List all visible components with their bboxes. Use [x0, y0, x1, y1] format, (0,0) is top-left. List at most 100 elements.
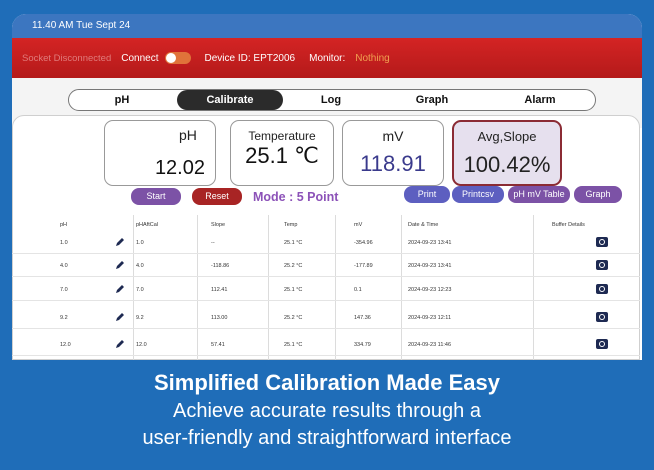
header-buffer-details: Buffer Details	[552, 222, 585, 228]
tab-graph[interactable]: Graph	[397, 90, 467, 110]
cell-date-time: 2024-09-23 11:46	[408, 342, 452, 348]
cell-mv: 0.1	[354, 287, 362, 293]
pencil-icon[interactable]	[115, 284, 125, 294]
start-button[interactable]: Start	[131, 188, 181, 205]
caption-headline: Simplified Calibration Made Easy	[154, 370, 500, 395]
cell-ph: 9.2	[60, 315, 68, 321]
temperature-card: Temperature 25.1 ℃	[230, 120, 334, 186]
reset-button[interactable]: Reset	[192, 188, 242, 205]
nav-bar: pH Calibrate Log Graph Alarm	[68, 89, 596, 111]
slope-value: 100.42%	[463, 152, 551, 177]
column-divider	[197, 215, 198, 360]
camera-icon[interactable]	[596, 260, 608, 270]
status-time: 11.40 AM Tue Sept 24	[32, 20, 131, 31]
cell-mv: -354.96	[354, 240, 373, 246]
tab-alarm[interactable]: Alarm	[501, 90, 579, 110]
cell-ph: 7.0	[60, 287, 68, 293]
camera-lens	[599, 262, 605, 268]
pencil-icon[interactable]	[115, 339, 125, 349]
ph-mv-table-button[interactable]: pH mV Table	[508, 186, 570, 203]
cell-temp: 25.2 °C	[284, 263, 303, 269]
header-mv: mV	[354, 222, 363, 228]
camera-icon[interactable]	[596, 237, 608, 247]
cell-slope: 112.41	[211, 287, 228, 293]
column-divider	[335, 215, 336, 360]
column-divider	[268, 215, 269, 360]
row-divider	[12, 276, 640, 277]
monitor-label: Monitor:	[309, 52, 346, 64]
tab-calibrate[interactable]: Calibrate	[177, 90, 283, 110]
camera-icon[interactable]	[596, 339, 608, 349]
cell-slope: 113.00	[211, 315, 228, 321]
connect-label: Connect	[121, 52, 159, 64]
camera-lens	[599, 314, 605, 320]
printcsv-button[interactable]: Printcsv	[452, 186, 504, 203]
cell-phaftcal: 9.2	[136, 315, 144, 321]
column-divider	[133, 215, 134, 360]
temperature-label: Temperature	[248, 129, 316, 143]
camera-icon[interactable]	[596, 284, 608, 294]
calibration-mode: Mode : 5 Point	[253, 190, 339, 204]
caption-line-2: user-friendly and straightforward interf…	[142, 427, 512, 449]
column-divider	[401, 215, 402, 360]
cell-phaftcal: 4.0	[136, 263, 144, 269]
mv-value: 118.91	[360, 151, 426, 176]
cell-mv: 334.79	[354, 342, 371, 348]
cell-ph: 1.0	[60, 240, 68, 246]
app-window: 11.40 AM Tue Sept 24 Socket Disconnected…	[12, 14, 642, 360]
print-button[interactable]: Print	[404, 186, 450, 203]
cell-date-time: 2024-09-23 13:41	[408, 263, 452, 269]
ph-label: pH	[179, 127, 197, 143]
cell-ph: 12.0	[60, 342, 71, 348]
row-divider	[12, 328, 640, 329]
cell-mv: -177.89	[354, 263, 373, 269]
connection-bar: Socket Disconnected Connect Device ID: E…	[12, 38, 642, 78]
pencil-icon[interactable]	[115, 312, 125, 322]
cell-temp: 25.2 °C	[284, 315, 303, 321]
cell-slope: --	[211, 240, 215, 246]
row-divider	[12, 253, 640, 254]
cell-phaftcal: 1.0	[136, 240, 144, 246]
header-temp: Temp	[284, 222, 298, 228]
graph-button[interactable]: Graph	[574, 186, 622, 203]
cell-slope: 57.41	[211, 342, 225, 348]
header-slope: Slope	[211, 222, 226, 228]
monitor-value: Nothing	[355, 52, 390, 64]
header-ph: pH	[60, 222, 68, 228]
mv-label: mV	[382, 128, 404, 144]
temperature-value: 25.1 ℃	[245, 143, 319, 168]
caption-line-1: Achieve accurate results through a	[173, 400, 481, 422]
cell-date-time: 2024-09-23 13:41	[408, 240, 452, 246]
pencil-icon[interactable]	[115, 237, 125, 247]
header-date-time: Date & Time	[408, 222, 439, 228]
header-phaftcal: pHAftCal	[136, 222, 159, 228]
pencil-icon[interactable]	[115, 260, 125, 270]
toggle-knob	[165, 53, 176, 63]
status-bar: 11.40 AM Tue Sept 24	[12, 14, 642, 38]
tab-ph[interactable]: pH	[87, 90, 157, 110]
device-id: Device ID: EPT2006	[204, 52, 296, 64]
cell-ph: 4.0	[60, 263, 68, 269]
cell-date-time: 2024-09-23 12:11	[408, 315, 452, 321]
ph-value: 12.02	[154, 157, 205, 179]
camera-lens	[599, 239, 605, 245]
row-divider	[12, 355, 640, 356]
ph-card: pH 12.02	[104, 120, 216, 186]
mv-card: mV 118.91	[342, 120, 444, 186]
tab-log[interactable]: Log	[301, 90, 361, 110]
cell-phaftcal: 7.0	[136, 287, 144, 293]
slope-card: Avg,Slope 100.42%	[452, 120, 562, 186]
frame: 11.40 AM Tue Sept 24 Socket Disconnected…	[0, 0, 654, 470]
slope-label: Avg,Slope	[477, 129, 537, 144]
cell-phaftcal: 12.0	[136, 342, 147, 348]
cell-temp: 25.1 °C	[284, 342, 303, 348]
cell-mv: 147.36	[354, 315, 371, 321]
cell-temp: 25.1 °C	[284, 240, 303, 246]
camera-icon[interactable]	[596, 312, 608, 322]
camera-lens	[599, 286, 605, 292]
cell-date-time: 2024-09-23 12:23	[408, 287, 452, 293]
column-divider	[533, 215, 534, 360]
connect-toggle[interactable]	[164, 52, 191, 64]
cell-temp: 25.1 °C	[284, 287, 303, 293]
cell-slope: -118.86	[211, 263, 230, 269]
